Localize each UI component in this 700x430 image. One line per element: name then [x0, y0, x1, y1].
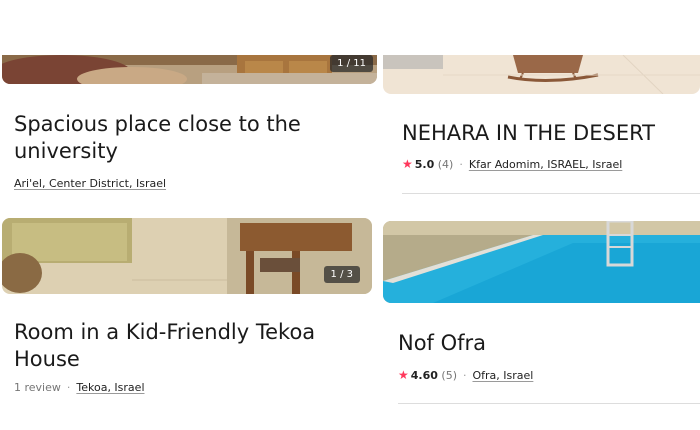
pool-photo	[383, 221, 700, 303]
listing-location[interactable]: Kfar Adomim, ISRAEL, Israel	[469, 158, 622, 171]
listing-meta: ★ 4.60 (5) · Ofra, Israel	[398, 368, 534, 382]
listing-title[interactable]: Spacious place close to the university	[14, 111, 334, 165]
floor-photo	[383, 55, 700, 94]
listing-photo-4[interactable]	[383, 221, 700, 303]
divider	[398, 403, 700, 404]
listing-photo-1[interactable]: 1 / 11	[2, 55, 377, 84]
review-count: (4)	[437, 158, 454, 171]
star-icon: ★	[402, 157, 413, 171]
review-count: (5)	[441, 369, 457, 382]
listing-card-4[interactable]: Nof Ofra ★ 4.60 (5) · Ofra, Israel	[380, 215, 700, 430]
listing-card-2[interactable]: NEHARA IN THE DESERT ★ 5.0 (4) · Kfar Adomi…	[380, 0, 700, 215]
room-photo	[2, 55, 377, 84]
review-count: 1 review	[14, 381, 61, 394]
listing-title[interactable]: Room in a Kid-Friendly Tekoa House	[14, 319, 334, 373]
photo-counter: 1 / 3	[323, 266, 360, 283]
listing-card-3[interactable]: 1 / 3 Room in a Kid-Friendly Tekoa House…	[0, 215, 380, 430]
listing-location[interactable]: Tekoa, Israel	[76, 381, 144, 394]
listing-meta: ★ 5.0 (4) · Kfar Adomim, ISRAEL, Israel	[402, 157, 623, 171]
room-photo	[2, 218, 372, 294]
listing-location[interactable]: Ari'el, Center District, Israel	[14, 177, 166, 190]
listing-card-1[interactable]: 1 / 11 Spacious place close to the unive…	[0, 0, 380, 215]
listing-meta: 1 review · Tekoa, Israel	[14, 381, 145, 394]
photo-counter: 1 / 11	[330, 55, 373, 72]
listing-meta: Ari'el, Center District, Israel	[14, 177, 166, 190]
rating-value: 5.0	[414, 158, 435, 171]
divider	[402, 193, 700, 194]
listing-photo-3[interactable]: 1 / 3	[2, 218, 372, 294]
star-icon: ★	[398, 368, 409, 382]
listing-title[interactable]: NEHARA IN THE DESERT	[402, 120, 655, 147]
listing-photo-2[interactable]	[383, 55, 700, 94]
listing-location[interactable]: Ofra, Israel	[473, 369, 534, 382]
rating-value: 4.60	[410, 369, 438, 382]
listing-title[interactable]: Nof Ofra	[398, 330, 486, 357]
